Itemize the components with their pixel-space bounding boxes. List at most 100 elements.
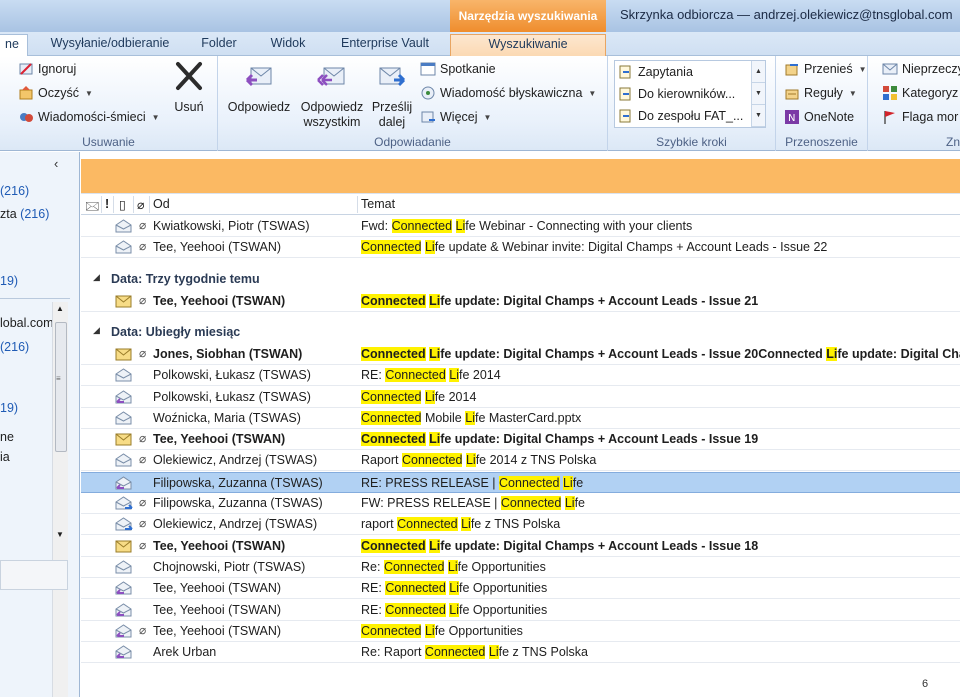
- tab-search[interactable]: Wyszukiwanie: [450, 34, 606, 56]
- subject-text: fe: [574, 496, 585, 510]
- scroll-thumb[interactable]: [55, 322, 67, 452]
- nav-folder-item[interactable]: 19): [0, 274, 18, 288]
- subject-column-header[interactable]: Temat: [361, 197, 395, 211]
- table-row[interactable]: Chojnowski, Piotr (TSWAS) Re: Connected L…: [81, 557, 960, 578]
- reply-button[interactable]: Odpowiedz: [224, 60, 294, 115]
- nav-account[interactable]: lobal.com: [0, 316, 54, 330]
- respond-group: Odpowiedz Odpowiedz wszystkim Prześlij d…: [218, 56, 608, 151]
- read-envelope-icon: [115, 368, 132, 382]
- clean-button[interactable]: Oczyść ▼: [18, 82, 93, 104]
- importance-column-icon[interactable]: 🖂: [85, 197, 100, 218]
- scroll-up-icon[interactable]: ▲: [56, 304, 64, 313]
- table-row[interactable]: Arek Urban Re: Raport Connected Life z TN…: [81, 642, 960, 663]
- subject-text: fe 2014: [434, 390, 477, 404]
- attachment-icon: ⌀: [139, 431, 147, 445]
- message-sender: Woźnicka, Maria (TSWAS): [153, 411, 301, 425]
- collapse-pane-icon[interactable]: ‹: [54, 156, 58, 171]
- nav-folder-label: ia: [0, 450, 10, 464]
- unread-envelope-icon: [882, 63, 898, 75]
- table-row[interactable]: Polkowski, Łukasz (TSWAS) RE: Connected L…: [81, 365, 960, 386]
- rules-button[interactable]: Reguły ▼: [784, 82, 857, 104]
- flag-button[interactable]: Flaga mor: [882, 106, 958, 128]
- tab-folder[interactable]: Folder: [192, 34, 246, 56]
- table-row[interactable]: Polkowski, Łukasz (TSWAS) Connected Life …: [81, 387, 960, 408]
- nav-folder-item-2[interactable]: 19): [0, 401, 18, 415]
- message-list: 🖂 ! ▯ ⌀ Od Temat ⌀ Kwiatkowski, Piotr (TS…: [81, 152, 960, 697]
- attachment-column-icon[interactable]: ⌀: [137, 197, 145, 212]
- message-sender: Tee, Yeehooi (TSWAN): [153, 603, 282, 617]
- delete-group-label: Usuwanie: [82, 135, 135, 149]
- delete-group: Ignoruj Oczyść ▼ Wiadomości-śmieci ▼ Usuń …: [0, 56, 218, 151]
- date-group-label: Data: Trzy tygodnie temu: [111, 272, 260, 286]
- collapse-triangle-icon[interactable]: ◢: [93, 325, 100, 336]
- tab-send-receive[interactable]: Wysyłanie/odbieranie: [40, 34, 180, 56]
- instant-message-button[interactable]: Wiadomość błyskawiczna ▼: [420, 82, 596, 104]
- scroll-up-icon[interactable]: ▲: [752, 61, 765, 83]
- nav-folder-inbox[interactable]: (216): [0, 184, 29, 198]
- table-row[interactable]: Filipowska, Zuzanna (TSWAS) RE: PRESS REL…: [81, 472, 960, 493]
- reply-all-button[interactable]: Odpowiedz wszystkim: [296, 60, 368, 130]
- table-row[interactable]: ⌀ Filipowska, Zuzanna (TSWAS) FW: PRESS RE…: [81, 493, 960, 514]
- rules-label: Reguły: [804, 86, 843, 100]
- table-row[interactable]: Woźnicka, Maria (TSWAS) Connected Mobile …: [81, 408, 960, 429]
- categorize-button[interactable]: Kategoryz: [882, 82, 958, 104]
- nav-folder-inbox-2[interactable]: (216): [0, 340, 29, 354]
- unread-button[interactable]: Nieprzeczy: [882, 58, 960, 80]
- table-row[interactable]: ⌀ Tee, Yeehooi (TSWAN) Connected Life upda…: [81, 429, 960, 450]
- unread-label: Nieprzeczy: [902, 62, 960, 76]
- priority-column-icon[interactable]: !: [105, 197, 109, 211]
- message-subject: Connected Life update: Digital Champs + …: [361, 539, 758, 553]
- date-group-header[interactable]: ◢ Data: Trzy tygodnie temu: [81, 269, 960, 289]
- nav-scrollbar[interactable]: ▲ ≡ ▼: [52, 302, 68, 697]
- more-button[interactable]: Więcej ▼: [420, 106, 491, 128]
- table-row[interactable]: Tee, Yeehooi (TSWAN) RE: Connected Life O…: [81, 578, 960, 599]
- table-row[interactable]: ⌀ Tee, Yeehooi (TSWAN) Connected Life Oppo…: [81, 621, 960, 642]
- table-row[interactable]: ⌀ Tee, Yeehooi (TSWAN) Connected Life upda…: [81, 237, 960, 258]
- column-divider: [113, 196, 114, 213]
- table-row[interactable]: ⌀ Olekiewicz, Andrzej (TSWAS) Raport Conne…: [81, 450, 960, 471]
- collapse-triangle-icon[interactable]: ◢: [93, 272, 100, 283]
- quick-step-to-team[interactable]: Do zespołu FAT_...: [617, 105, 743, 127]
- quick-step-icon: [619, 65, 631, 79]
- scroll-down-icon[interactable]: ▼: [56, 530, 64, 539]
- junk-button[interactable]: Wiadomości-śmieci ▼: [18, 106, 160, 128]
- replied-envelope-icon: [115, 476, 132, 490]
- quick-step-queries[interactable]: Zapytania: [617, 61, 693, 83]
- move-button[interactable]: Przenieś ▼: [784, 58, 867, 80]
- expand-gallery-icon[interactable]: ▼: [752, 105, 765, 127]
- scroll-down-icon[interactable]: ▼: [752, 83, 765, 105]
- read-envelope-icon: [115, 219, 132, 233]
- onenote-label: OneNote: [804, 110, 855, 124]
- nav-folder-item-3[interactable]: ne: [0, 430, 14, 444]
- date-group-header[interactable]: ◢ Data: Ubiegły miesiąc: [81, 322, 960, 342]
- meeting-button[interactable]: Spotkanie: [420, 58, 496, 80]
- table-row[interactable]: ⌀ Jones, Siobhan (TSWAN) Connected Life up…: [81, 344, 960, 365]
- table-row[interactable]: ⌀ Kwiatkowski, Piotr (TSWAS) Fwd: Connecte…: [81, 216, 960, 237]
- from-column-header[interactable]: Od: [153, 197, 170, 211]
- tab-enterprise-vault[interactable]: Enterprise Vault: [330, 34, 440, 56]
- tab-view[interactable]: Widok: [260, 34, 316, 56]
- subject-text: fe update: Digital Champs + Account Lead…: [440, 539, 759, 553]
- delete-button[interactable]: Usuń: [168, 60, 210, 115]
- delete-x-icon: [176, 62, 202, 90]
- subject-text: fe MasterCard.pptx: [474, 411, 582, 425]
- nav-divider: [0, 298, 70, 299]
- subject-text: RE:: [361, 368, 386, 382]
- nav-folder-mail[interactable]: zta (216): [0, 207, 49, 221]
- forward-button[interactable]: Prześlij dalej: [368, 60, 416, 130]
- tab-home[interactable]: ne: [0, 34, 28, 56]
- ribbon-tabs: ne Wysyłanie/odbieranie Folder Widok Ent…: [0, 32, 960, 56]
- nav-folder-item-4[interactable]: ia: [0, 450, 10, 464]
- table-row[interactable]: ⌀ Tee, Yeehooi (TSWAN) Connected Life upda…: [81, 536, 960, 557]
- onenote-button[interactable]: N OneNote: [784, 106, 854, 128]
- table-row[interactable]: ⌀ Olekiewicz, Andrzej (TSWAS) raport Conne…: [81, 514, 960, 535]
- quick-step-queries-label: Zapytania: [638, 65, 693, 79]
- quick-step-to-managers[interactable]: Do kierowników...: [617, 83, 735, 105]
- table-row[interactable]: Tee, Yeehooi (TSWAN) RE: Connected Life O…: [81, 600, 960, 621]
- ignore-button[interactable]: Ignoruj: [18, 58, 76, 80]
- delete-label: Usuń: [174, 100, 204, 114]
- table-row[interactable]: ⌀ Tee, Yeehooi (TSWAN) Connected Life upda…: [81, 291, 960, 312]
- icon-column-icon[interactable]: ▯: [119, 197, 126, 212]
- quick-steps-scrollbar[interactable]: ▲ ▼ ▼: [751, 61, 765, 127]
- read-envelope-icon: [115, 453, 132, 467]
